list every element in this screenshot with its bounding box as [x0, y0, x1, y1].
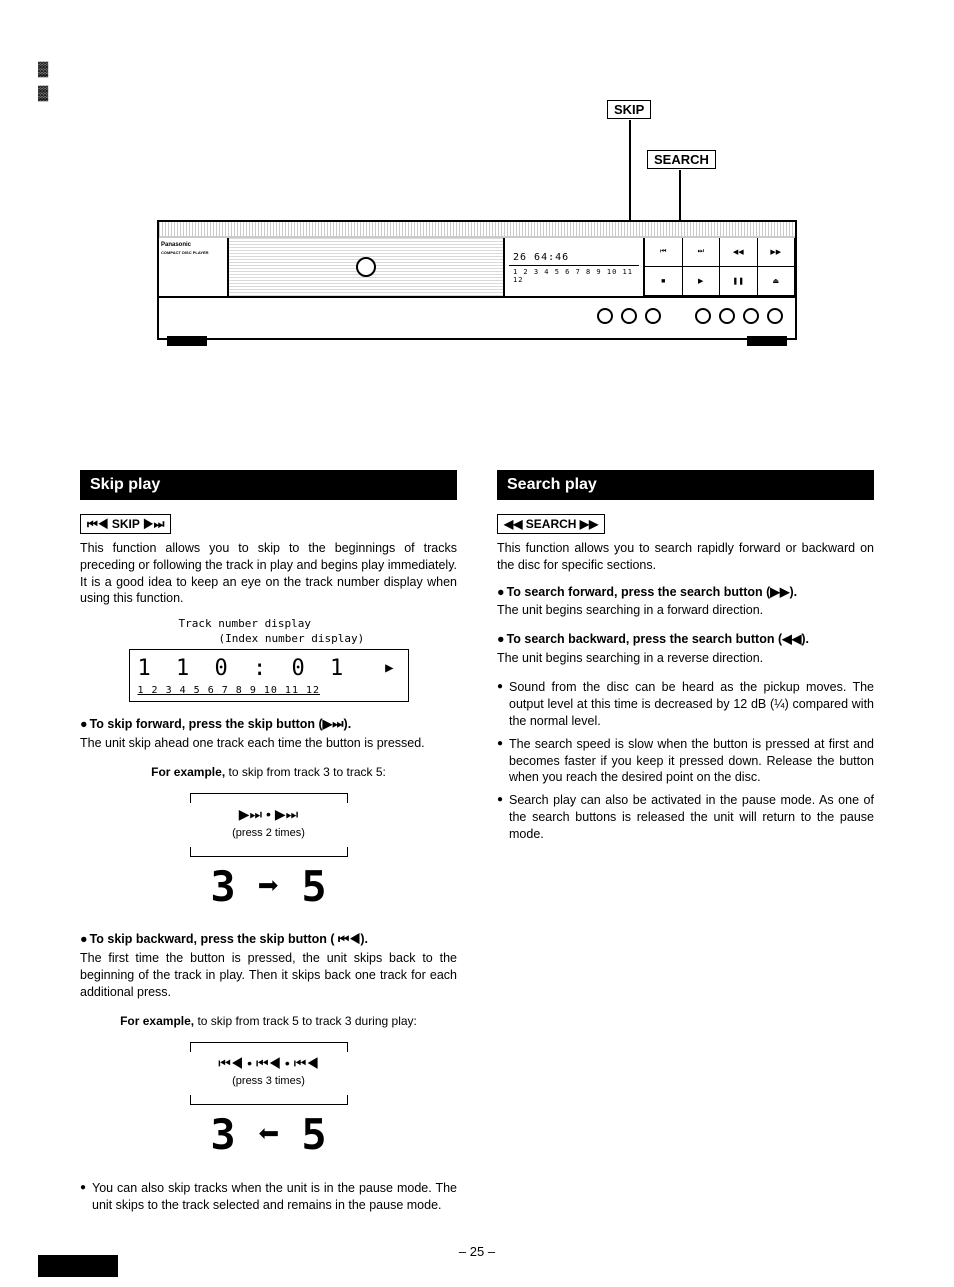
control-knob[interactable] [645, 308, 661, 324]
decorative-mark: ▓ [38, 84, 48, 100]
search-note: The search speed is slow when the button… [497, 736, 874, 787]
skip-fwd-button[interactable]: ⏭ [683, 238, 721, 266]
search-play-heading: Search play [497, 470, 874, 500]
skip-backward-text: The first time the button is pressed, th… [80, 950, 457, 1001]
display-track-list: 1 2 3 4 5 6 7 8 9 10 11 12 [138, 684, 400, 698]
disc-icon [356, 257, 376, 277]
display-readout: 1 1 0 : 0 1 [138, 654, 350, 684]
panel-button[interactable]: ⏏ [758, 267, 796, 295]
search-notes-list: Sound from the disc can be heard as the … [497, 679, 874, 843]
to-track: 5 [301, 859, 326, 916]
callout-line [629, 120, 631, 220]
device-brand: Panasonic [161, 242, 225, 248]
skip-forward-text: The unit skip ahead one track each time … [80, 735, 457, 752]
from-track: 5 [301, 1107, 326, 1164]
search-button-label: ◀◀ SEARCH ▶▶ [497, 514, 605, 534]
track-display-diagram: Track number display (Index number displ… [129, 617, 409, 702]
skip-play-section: Skip play ⏮◀ SKIP ▶⏭ This function allow… [80, 470, 457, 1220]
skip-bwd-icons: ⏮◀ • ⏮◀ • ⏮◀ [184, 1054, 354, 1073]
skip-pause-note: You can also skip tracks when the unit i… [80, 1180, 457, 1214]
search-play-section: Search play ◀◀ SEARCH ▶▶ This function a… [497, 470, 874, 1220]
device-foot [747, 336, 787, 346]
callout-search-label: SEARCH [647, 150, 716, 169]
control-knob[interactable] [767, 308, 783, 324]
track-number-label: Track number display [179, 617, 409, 632]
device-foot [167, 336, 207, 346]
press-count: (press 3 times) [184, 1074, 354, 1089]
device-button-cluster: ⏮ ⏭ ◀◀ ▶▶ ■ ▶ ❚❚ ⏏ [645, 238, 795, 296]
skip-forward-flow: ▶⏭ • ▶⏭ (press 2 times) 3 ➡ 5 [184, 793, 354, 915]
decorative-mark [38, 1255, 118, 1277]
search-fwd-button[interactable]: ▶▶ [758, 238, 796, 266]
skip-forward-heading: To skip forward, press the skip button (… [80, 716, 457, 733]
search-back-button[interactable]: ◀◀ [720, 238, 758, 266]
example-tail: to skip from track 5 to track 3 during p… [194, 1014, 417, 1028]
decorative-mark: ▓ [38, 60, 48, 76]
device-subtitle: COMPACT DISC PLAYER [161, 250, 225, 255]
skip-intro-text: This function allows you to skip to the … [80, 540, 457, 608]
arrow-right-icon: ➡ [258, 863, 280, 912]
press-count: (press 2 times) [184, 826, 354, 841]
to-track: 3 [210, 1107, 235, 1164]
control-knob[interactable] [719, 308, 735, 324]
example-lead: For example, [120, 1014, 194, 1028]
from-track: 3 [210, 859, 235, 916]
device-display: 26 64:46 1 2 3 4 5 6 7 8 9 10 11 12 [505, 238, 645, 296]
search-note: Search play can also be activated in the… [497, 792, 874, 843]
search-backward-text: The unit begins searching in a reverse d… [497, 650, 874, 667]
display-tracks: 1 2 3 4 5 6 7 8 9 10 11 12 [509, 268, 639, 284]
search-forward-text: The unit begins searching in a forward d… [497, 602, 874, 619]
skip-back-button[interactable]: ⏮ [645, 238, 683, 266]
skip-backward-flow: ⏮◀ • ⏮◀ • ⏮◀ (press 3 times) 3 ⬅ 5 [184, 1042, 354, 1164]
panel-button[interactable]: ❚❚ [720, 267, 758, 295]
device-illustration: SKIP SEARCH Panasonic COMPACT DISC PLAYE… [77, 100, 877, 340]
search-backward-heading: To search backward, press the search but… [497, 631, 874, 648]
control-knob[interactable] [621, 308, 637, 324]
skip-button-label: ⏮◀ SKIP ▶⏭ [80, 514, 171, 534]
page-number: – 25 – [0, 1244, 954, 1259]
cd-player-front-panel: Panasonic COMPACT DISC PLAYER 26 64:46 1… [157, 220, 797, 340]
panel-button[interactable]: ■ [645, 267, 683, 295]
play-icon: ▶ [385, 659, 399, 678]
search-forward-heading: To search forward, press the search butt… [497, 584, 874, 601]
skip-backward-heading: To skip backward, press the skip button … [80, 931, 457, 948]
callout-skip-label: SKIP [607, 100, 651, 119]
index-number-label: (Index number display) [179, 632, 409, 647]
control-knob[interactable] [743, 308, 759, 324]
arrow-left-icon: ⬅ [258, 1111, 280, 1160]
display-main: 26 64:46 [509, 250, 639, 266]
search-intro-text: This function allows you to search rapid… [497, 540, 874, 574]
control-knob[interactable] [695, 308, 711, 324]
example-tail: to skip from track 3 to track 5: [225, 765, 386, 779]
control-knob[interactable] [597, 308, 613, 324]
skip-play-heading: Skip play [80, 470, 457, 500]
example-lead: For example, [151, 765, 225, 779]
panel-button[interactable]: ▶ [683, 267, 721, 295]
skip-fwd-icons: ▶⏭ • ▶⏭ [184, 805, 354, 824]
search-note: Sound from the disc can be heard as the … [497, 679, 874, 730]
